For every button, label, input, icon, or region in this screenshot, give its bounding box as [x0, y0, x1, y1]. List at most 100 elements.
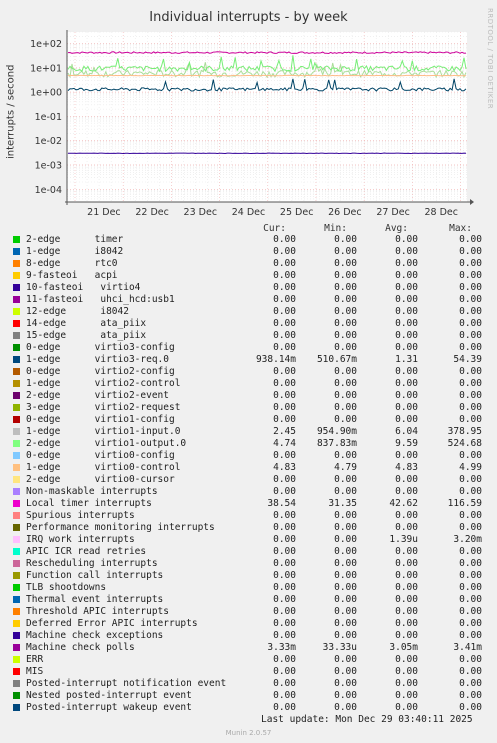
legend-max-value: 0.00 — [459, 558, 482, 569]
legend-cur-value: 0.00 — [273, 570, 296, 581]
legend-label: 2-edge timer — [26, 234, 124, 245]
legend-max-value: 0.00 — [459, 546, 482, 557]
legend-avg-value: 0.00 — [395, 390, 418, 401]
legend-swatch — [13, 380, 20, 387]
legend-avg-value: 0.00 — [395, 282, 418, 293]
legend-avg-value: 0.00 — [395, 234, 418, 245]
legend-label: Threshold APIC interrupts — [26, 606, 169, 617]
legend-row: TLB shootdowns 0.00 0.00 0.00 0.00 — [13, 582, 493, 594]
legend-max-value: 0.00 — [459, 294, 482, 305]
legend-avg-value: 6.04 — [395, 426, 418, 437]
x-tick-label: 22 Dec — [135, 207, 169, 218]
legend-row: 10-fasteoi virtio4 0.00 0.00 0.00 0.00 — [13, 282, 493, 294]
legend-min-value: 33.33u — [322, 642, 357, 653]
legend-cur-value: 0.00 — [273, 282, 296, 293]
legend-swatch — [13, 296, 20, 303]
legend-swatch — [13, 668, 20, 675]
legend-cur-value: 0.00 — [273, 678, 296, 689]
legend-avg-value: 0.00 — [395, 666, 418, 677]
legend-row: Spurious interrupts 0.00 0.00 0.00 0.00 — [13, 510, 493, 522]
legend-avg-value: 0.00 — [395, 258, 418, 269]
legend-avg-value: 0.00 — [395, 486, 418, 497]
legend-min-value: 31.35 — [328, 498, 357, 509]
legend-avg-value: 1.39u — [389, 534, 418, 545]
legend-label: Local timer interrupts — [26, 498, 152, 509]
chart-plot: 1e+02 1e+01 1e+00 1e-01 1e-02 1e-03 1e-04 21 D… — [30, 30, 474, 218]
legend-avg-value: 0.00 — [395, 654, 418, 665]
legend-max-value: 0.00 — [459, 618, 482, 629]
legend-row: 2-edge virtio2-event 0.00 0.00 0.00 0.00 — [13, 390, 493, 402]
legend-row: 14-edge ata_piix 0.00 0.00 0.00 0.00 — [13, 318, 493, 330]
legend-label: Machine check polls — [26, 642, 135, 653]
legend-row: 9-fasteoi acpi 0.00 0.00 0.00 0.00 — [13, 270, 493, 282]
legend-row: 0-edge virtio0-config 0.00 0.00 0.00 0.00 — [13, 450, 493, 462]
legend-min-value: 0.00 — [334, 594, 357, 605]
legend-avg-value: 0.00 — [395, 690, 418, 701]
legend-max-value: 0.00 — [459, 582, 482, 593]
y-tick-label: 1e+00 — [30, 88, 62, 99]
legend-row: IRQ work interrupts 0.00 0.00 1.39u 3.20m — [13, 534, 493, 546]
legend-cur-value: 0.00 — [273, 654, 296, 665]
legend-row: 2-edge virtio0-cursor 0.00 0.00 0.00 0.00 — [13, 474, 493, 486]
legend-swatch — [13, 692, 20, 699]
legend-row: 1-edge virtio1-input.0 2.45 954.90m 6.04 378… — [13, 426, 493, 438]
legend-avg-value: 0.00 — [395, 522, 418, 533]
legend-row: Deferred Error APIC interrupts 0.00 0.00 0.… — [13, 618, 493, 630]
legend-max-value: 0.00 — [459, 402, 482, 413]
legend-row: Performance monitoring interrupts 0.00 0.0… — [13, 522, 493, 534]
x-tick-label: 25 Dec — [280, 207, 314, 218]
legend-min-value: 0.00 — [334, 306, 357, 317]
legend-row: 11-fasteoi uhci_hcd:usb1 0.00 0.00 0.00 0.00 — [13, 294, 493, 306]
legend-row: Machine check polls 3.33m 33.33u 3.05m 3.41m — [13, 642, 493, 654]
legend-max-value: 0.00 — [459, 522, 482, 533]
legend-cur-value: 0.00 — [273, 318, 296, 329]
x-tick-label: 21 Dec — [87, 207, 121, 218]
legend-label: Machine check exceptions — [26, 630, 164, 641]
legend-avg-value: 0.00 — [395, 558, 418, 569]
legend-row: 1-edge i8042 0.00 0.00 0.00 0.00 — [13, 246, 493, 258]
legend-avg-value: 0.00 — [395, 594, 418, 605]
legend-cur-value: 0.00 — [273, 630, 296, 641]
legend-swatch — [13, 308, 20, 315]
legend-avg-value: 0.00 — [395, 294, 418, 305]
legend-label: Function call interrupts — [26, 570, 164, 581]
legend-cur-value: 2.45 — [273, 426, 296, 437]
legend-max-value: 0.00 — [459, 330, 482, 341]
series-line — [68, 152, 467, 155]
legend-label: APIC ICR read retries — [26, 546, 147, 557]
legend-avg-value: 0.00 — [395, 450, 418, 461]
legend-swatch — [13, 236, 20, 243]
legend-cur-value: 0.00 — [273, 342, 296, 353]
y-tick-label: 1e-03 — [35, 161, 62, 172]
legend-cur-value: 0.00 — [273, 618, 296, 629]
legend-cur-value: 0.00 — [273, 702, 296, 713]
legend-max-value: 0.00 — [459, 630, 482, 641]
legend-row: 3-edge virtio2-request 0.00 0.00 0.00 0.00 — [13, 402, 493, 414]
legend-swatch — [13, 272, 20, 279]
legend-min-value: 0.00 — [334, 630, 357, 641]
legend-label: Deferred Error APIC interrupts — [26, 618, 198, 629]
legend-max-value: 524.68 — [447, 438, 482, 449]
legend-min-value: 0.00 — [334, 690, 357, 701]
legend-swatch — [13, 440, 20, 447]
legend-swatch — [13, 428, 20, 435]
legend-cur-value: 0.00 — [273, 390, 296, 401]
legend-avg-value: 0.00 — [395, 246, 418, 257]
legend-avg-value: 0.00 — [395, 330, 418, 341]
legend-swatch — [13, 656, 20, 663]
legend-row: 0-edge virtio2-config 0.00 0.00 0.00 0.00 — [13, 366, 493, 378]
legend-avg-value: 1.31 — [395, 354, 418, 365]
legend-min-value: 0.00 — [334, 270, 357, 281]
legend-row: APIC ICR read retries 0.00 0.00 0.00 0.00 — [13, 546, 493, 558]
legend-min-value: 0.00 — [334, 402, 357, 413]
legend-max-value: 378.95 — [447, 426, 482, 437]
legend-min-value: 0.00 — [334, 702, 357, 713]
legend-row: 15-edge ata_piix 0.00 0.00 0.00 0.00 — [13, 330, 493, 342]
legend-label: Performance monitoring interrupts — [26, 522, 215, 533]
legend-swatch — [13, 620, 20, 627]
legend-swatch — [13, 644, 20, 651]
legend-row: ERR 0.00 0.00 0.00 0.00 — [13, 654, 493, 666]
legend-label: 1-edge virtio1-input.0 — [26, 426, 181, 437]
legend-swatch — [13, 680, 20, 687]
legend-row: Nested posted-interrupt event 0.00 0.00 0.0… — [13, 690, 493, 702]
